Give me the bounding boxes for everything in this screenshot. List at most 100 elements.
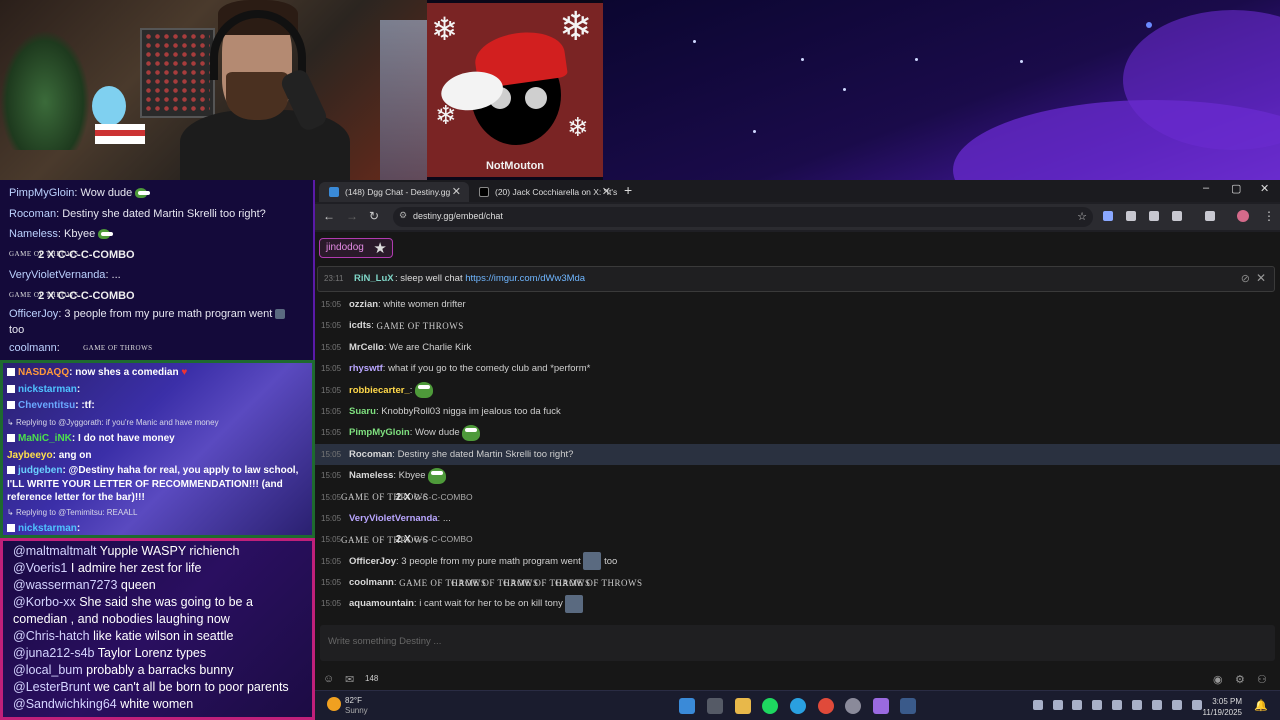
close-pinned-icon[interactable]: ✕ <box>1256 271 1266 285</box>
got-emote: GAME OF THROWS <box>9 291 79 300</box>
tray-icon[interactable] <box>1053 700 1063 710</box>
overlay-message: nickstarman: <box>7 521 308 535</box>
settings-gear-icon[interactable]: ⚙ <box>1235 673 1245 686</box>
tab-dgg-chat[interactable]: (148) Dgg Chat - Destiny.gg ✕ <box>319 182 469 202</box>
maximize-button[interactable]: ▢ <box>1231 182 1241 195</box>
pepe-emote <box>135 188 151 199</box>
overlay-message: @maltmaltmalt Yupple WASPY richiench <box>13 543 306 560</box>
username: @Sandwichking64 <box>13 697 117 711</box>
edge-icon[interactable] <box>790 698 806 714</box>
eye-icon[interactable]: ◉ <box>1213 673 1223 686</box>
whispers-icon[interactable]: ✉ <box>345 673 354 686</box>
chat-username[interactable]: Rocoman <box>349 449 392 460</box>
star <box>915 58 918 61</box>
clock[interactable]: 3:05 PM 11/19/2025 <box>1203 696 1242 718</box>
tray-overflow-icon[interactable] <box>1033 700 1043 710</box>
menu-icon[interactable]: ⋮ <box>1263 209 1275 223</box>
heart-emote: ♥ <box>181 367 188 378</box>
tab-bar: (148) Dgg Chat - Destiny.gg ✕ (20) Jack … <box>315 180 1280 202</box>
tray-icon[interactable] <box>1092 700 1102 710</box>
got-emote: GAME OF THROWS <box>376 315 463 336</box>
windows-start-icon[interactable] <box>679 698 695 714</box>
close-tab-icon[interactable]: ✕ <box>602 185 611 198</box>
new-tab-button[interactable]: + <box>624 182 632 198</box>
message-text: white women <box>120 697 194 711</box>
chat-message: 15:05 icdts: GAME OF THROWS <box>315 315 1280 336</box>
steam-icon[interactable] <box>900 698 916 714</box>
chat-username[interactable]: OfficerJoy <box>349 556 396 567</box>
chat-username[interactable]: Suaru <box>349 406 376 417</box>
profile-avatar[interactable] <box>1237 210 1249 222</box>
reload-icon[interactable]: ↻ <box>369 209 379 223</box>
username: nickstarman <box>18 523 77 534</box>
chat-message: 15:05 PimpMyGloin: Wow dude <box>315 422 1280 443</box>
message-text: : I do not have money <box>71 433 175 444</box>
message-text: : ang on <box>52 449 92 461</box>
tray-icon[interactable] <box>1132 700 1142 710</box>
chat-username[interactable]: MrCello <box>349 342 384 353</box>
tray-icon[interactable] <box>1172 700 1182 710</box>
unpin-icon[interactable]: ⊘ <box>1241 272 1250 285</box>
chat-input[interactable]: Write something Destiny ... <box>320 625 1275 661</box>
tray-icon[interactable] <box>1112 700 1122 710</box>
user-chip[interactable]: jindodog ★ <box>319 238 393 258</box>
file-explorer-icon[interactable] <box>735 698 751 714</box>
got-emote: GAME OF THROWS <box>9 250 79 259</box>
extension-icon[interactable] <box>1126 211 1136 221</box>
close-window-button[interactable]: ✕ <box>1260 182 1269 195</box>
bookmark-star-icon[interactable]: ☆ <box>1077 210 1087 223</box>
site-info-icon[interactable]: ⚙ <box>399 210 407 221</box>
volume-icon[interactable] <box>1192 700 1202 710</box>
star <box>801 58 804 61</box>
chat-username[interactable]: coolmann <box>349 577 394 588</box>
timestamp: 15:05 <box>321 471 342 481</box>
app-icon[interactable] <box>873 698 889 714</box>
user-count[interactable]: 148 <box>365 674 378 683</box>
notification-bell-icon[interactable]: 🔔 <box>1254 699 1268 712</box>
obs-icon[interactable] <box>845 698 861 714</box>
overlay-message: Rocoman: Destiny she dated Martin Skrell… <box>9 204 307 225</box>
combo-label: C-C-C-COMBO <box>413 534 473 545</box>
tray-icon[interactable] <box>1072 700 1082 710</box>
chat-username[interactable]: Nameless <box>349 470 393 481</box>
chat-username[interactable]: VeryVioletVernanda <box>349 513 438 524</box>
tray-icon[interactable] <box>1152 700 1162 710</box>
chat-username[interactable]: robbiecarter_ <box>349 385 410 396</box>
message-text: Taylor Lorenz types <box>97 646 207 660</box>
pinned-user[interactable]: RiN_LuX <box>354 273 394 284</box>
forward-icon[interactable]: → <box>346 209 358 223</box>
users-icon[interactable]: ⚇ <box>1257 673 1267 686</box>
timestamp: 15:05 <box>321 428 342 438</box>
weather-temp: 82°F <box>345 696 362 705</box>
sun-icon <box>327 697 341 711</box>
clock-date: 11/19/2025 <box>1202 708 1242 717</box>
extension-icon[interactable] <box>1103 211 1113 221</box>
emote-menu-icon[interactable]: ☺ <box>323 673 334 685</box>
minimize-button[interactable]: – <box>1203 182 1209 194</box>
extension-icon[interactable] <box>1149 211 1159 221</box>
chat-username[interactable]: ozzian <box>349 299 378 310</box>
url-field[interactable]: ⚙ destiny.gg/embed/chat ☆ <box>393 207 1093 227</box>
star <box>753 130 756 133</box>
chat-username[interactable]: aquamountain <box>349 598 414 609</box>
task-view-icon[interactable] <box>707 698 723 714</box>
back-icon[interactable]: ← <box>323 209 335 223</box>
chat-username[interactable]: icdts <box>349 320 371 331</box>
sidebar-icon[interactable] <box>1205 211 1215 221</box>
extensions-puzzle-icon[interactable] <box>1172 211 1182 221</box>
spotify-icon[interactable] <box>762 698 778 714</box>
tab-x-post[interactable]: (20) Jack Cocchiarella on X: "It's ✕ <box>469 182 619 202</box>
close-tab-icon[interactable]: ✕ <box>452 185 461 198</box>
username: VeryVioletVernanda <box>9 269 106 281</box>
chat-message: 15:05 Rocoman: Destiny she dated Martin S… <box>315 443 1280 466</box>
combo-x: X <box>404 534 411 546</box>
overlay-message: @Voeris1 I admire her zest for life <box>13 560 306 577</box>
username: @Chris-hatch <box>13 629 90 643</box>
timestamp: 15:05 <box>321 578 342 588</box>
chat-username[interactable]: PimpMyGloin <box>349 427 410 438</box>
pinned-link[interactable]: https://imgur.com/dWw3Mda <box>465 273 585 284</box>
message-text: : Destiny she dated Martin Skrelli too r… <box>56 207 266 220</box>
chrome-icon[interactable] <box>818 698 834 714</box>
timestamp: 15:05 <box>321 406 342 416</box>
chat-username[interactable]: rhyswtf <box>349 363 383 374</box>
